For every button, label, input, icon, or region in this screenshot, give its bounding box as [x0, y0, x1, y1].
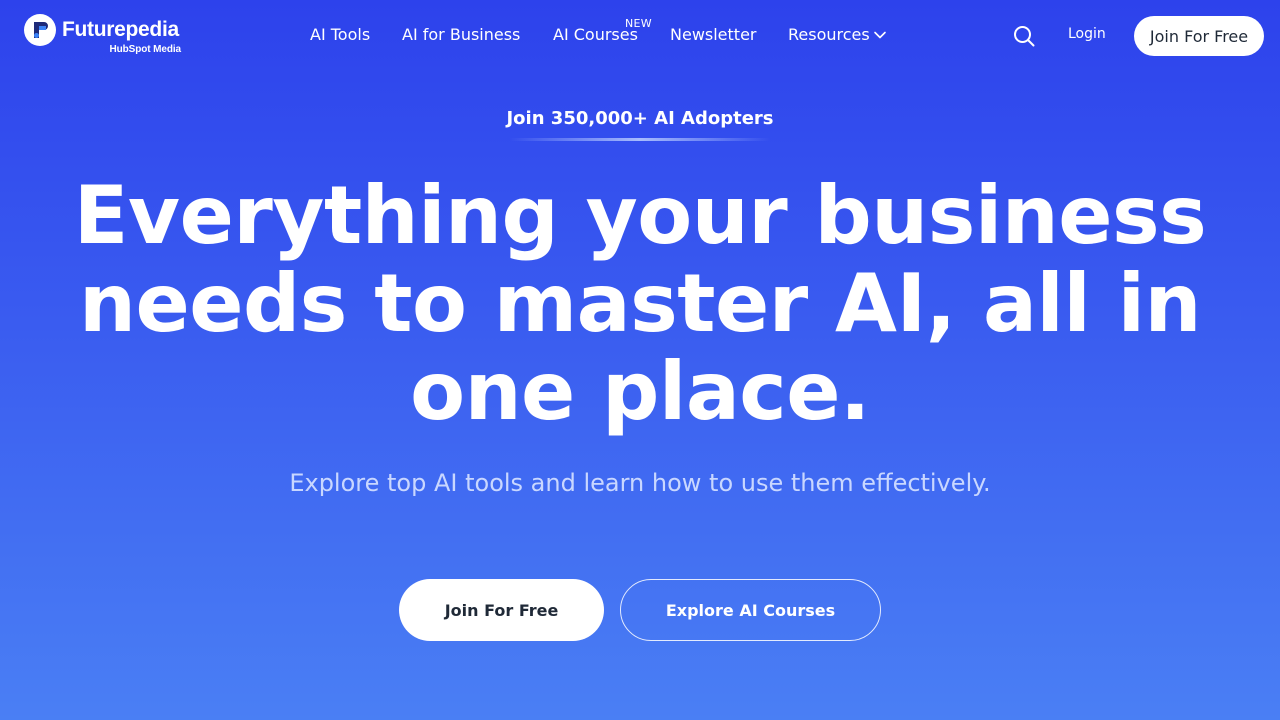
futurepedia-logo-icon	[24, 14, 56, 46]
nav-item-resources-label: Resources	[788, 25, 870, 44]
join-for-free-header-button[interactable]: Join For Free	[1134, 16, 1264, 56]
hero-headline: Everything your business needs to master…	[73, 169, 1207, 438]
hero-subheadline: Explore top AI tools and learn how to us…	[289, 469, 991, 497]
chevron-down-icon	[873, 25, 887, 45]
explore-ai-courses-button[interactable]: Explore AI Courses	[620, 579, 881, 641]
login-link[interactable]: Login	[1068, 26, 1106, 42]
search-icon[interactable]	[1010, 22, 1038, 50]
nav-item-ai-for-business[interactable]: AI for Business	[402, 25, 520, 45]
nav-item-resources[interactable]: Resources	[788, 25, 887, 45]
nav-item-newsletter[interactable]: Newsletter	[670, 25, 757, 45]
logo-subtitle: HubSpot Media	[109, 44, 182, 55]
new-badge: NEW	[625, 17, 652, 30]
join-for-free-button[interactable]: Join For Free	[399, 579, 604, 641]
nav-item-ai-tools[interactable]: AI Tools	[310, 25, 370, 45]
eyebrow-text: Join 350,000+ AI Adopters	[506, 108, 774, 129]
futurepedia-logo[interactable]: Futurepedia HubSpot Media	[24, 14, 184, 60]
logo-name: Futurepedia	[62, 18, 179, 41]
site-header: Futurepedia HubSpot Media AI Tools AI fo…	[0, 0, 1280, 72]
eyebrow-underline	[510, 138, 770, 141]
